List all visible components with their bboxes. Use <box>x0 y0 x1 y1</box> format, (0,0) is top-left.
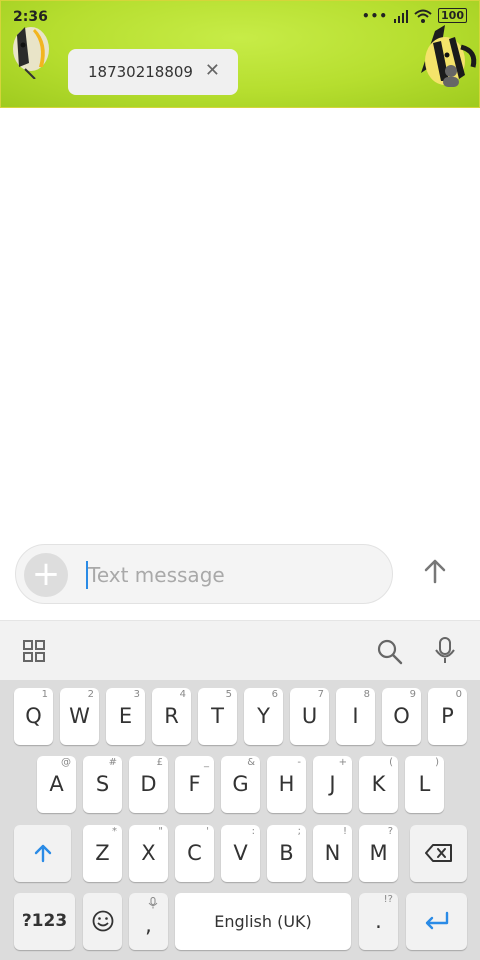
emoji-key[interactable] <box>83 893 122 950</box>
backspace-key[interactable] <box>410 825 467 882</box>
period-key[interactable]: .!? <box>359 893 398 950</box>
key-v[interactable]: V: <box>221 825 260 882</box>
recipient-chip[interactable]: 18730218809 ✕ <box>68 49 238 95</box>
key-f[interactable]: F _ <box>175 756 214 813</box>
message-input[interactable] <box>86 557 380 593</box>
signal-icon <box>394 9 409 23</box>
key-o[interactable]: O9 <box>382 688 421 745</box>
emoji-icon <box>92 910 113 932</box>
key-s[interactable]: S # <box>83 756 122 813</box>
more-dots-icon: ••• <box>362 8 389 23</box>
key-h[interactable]: H- <box>267 756 306 813</box>
key-j[interactable]: J + <box>313 756 352 813</box>
key-w[interactable]: W2 <box>60 688 99 745</box>
plus-icon[interactable]: + <box>24 553 68 597</box>
key-i[interactable]: I8 <box>336 688 375 745</box>
key-z[interactable]: Z * <box>83 825 122 882</box>
space-key[interactable]: English (UK) <box>175 893 351 950</box>
recipient-number: 18730218809 <box>88 63 193 81</box>
search-icon[interactable] <box>377 639 403 665</box>
key-n[interactable]: N! <box>313 825 352 882</box>
key-b[interactable]: B; <box>267 825 306 882</box>
conversation-header: 2:36 ••• 100 18730218809 ✕ <box>0 0 480 108</box>
keyboard: Q1 W2 E3 R4 T5 Y6 U7 I8 O9 P0 A @ S # D £ F… <box>0 680 480 960</box>
microphone-small-icon <box>148 897 158 909</box>
symbols-key[interactable]: ?123 <box>14 893 75 950</box>
key-m[interactable]: M? <box>359 825 398 882</box>
key-q[interactable]: Q1 <box>14 688 53 745</box>
key-k[interactable]: K( <box>359 756 398 813</box>
key-d[interactable]: D £ <box>129 756 168 813</box>
close-icon[interactable]: ✕ <box>205 61 220 81</box>
key-a[interactable]: A @ <box>37 756 76 813</box>
key-r[interactable]: R4 <box>152 688 191 745</box>
key-t[interactable]: T5 <box>198 688 237 745</box>
key-y[interactable]: Y6 <box>244 688 283 745</box>
keyboard-toolbar <box>0 620 480 681</box>
microphone-icon[interactable] <box>434 637 456 665</box>
enter-key[interactable] <box>406 893 467 950</box>
key-p[interactable]: P0 <box>428 688 467 745</box>
fish-decoration-icon <box>13 27 49 79</box>
send-arrow-icon[interactable] <box>420 556 450 586</box>
key-u[interactable]: U7 <box>290 688 329 745</box>
shift-key[interactable] <box>14 825 71 882</box>
shift-arrow-icon <box>34 844 51 863</box>
backspace-icon <box>424 844 452 862</box>
key-c[interactable]: C ' <box>175 825 214 882</box>
enter-icon <box>425 911 448 930</box>
key-e[interactable]: E3 <box>106 688 145 745</box>
key-g[interactable]: G & <box>221 756 260 813</box>
fish-avatar-icon <box>421 25 477 87</box>
key-l[interactable]: L) <box>405 756 444 813</box>
key-x[interactable]: X " <box>129 825 168 882</box>
apps-grid-icon[interactable] <box>23 640 45 662</box>
compose-bar: + <box>15 544 393 604</box>
comma-key[interactable]: , <box>129 893 168 950</box>
